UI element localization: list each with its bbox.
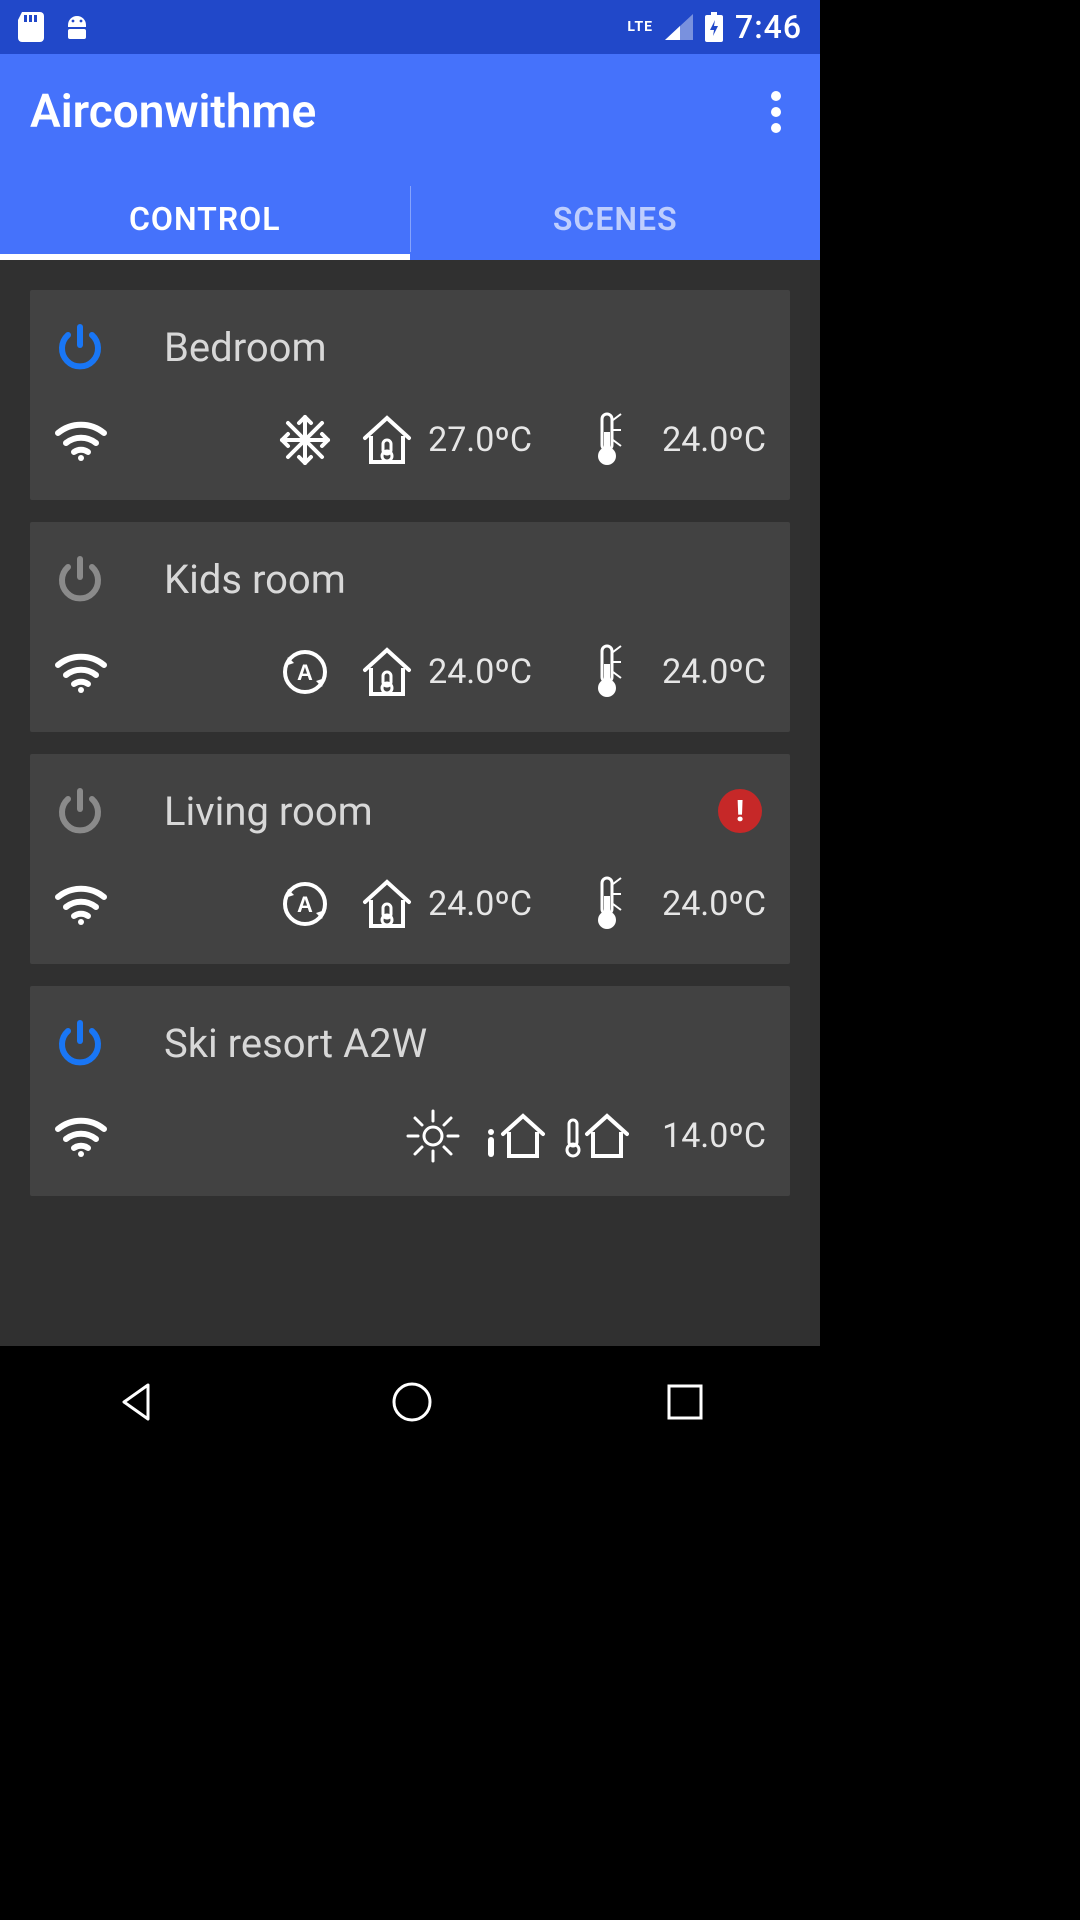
power-icon <box>54 785 106 837</box>
mode-indicator <box>392 1108 474 1164</box>
android-debug-icon <box>62 13 92 41</box>
house-temp-icon <box>357 644 417 700</box>
app-title: Airconwithme <box>30 85 316 139</box>
tab-bar: CONTROL SCENES <box>0 178 820 260</box>
thermometer-indicator <box>578 874 638 934</box>
thermometer-icon <box>589 410 627 470</box>
room-name: Kids room <box>164 556 766 603</box>
mode-indicator <box>264 413 346 467</box>
set-temp: 14.0ºC <box>662 1116 766 1156</box>
room-name: Ski resort A2W <box>164 1020 766 1067</box>
house-therm-icon <box>565 1110 629 1162</box>
snowflake-icon <box>278 413 332 467</box>
mode-indicator: A <box>264 877 346 931</box>
house-occupancy-icon <box>483 1110 547 1162</box>
power-button[interactable] <box>54 785 164 837</box>
power-button[interactable] <box>54 1017 164 1069</box>
recents-icon <box>666 1383 704 1421</box>
house-temp-indicator <box>346 876 428 932</box>
set-temp: 24.0ºC <box>662 420 766 460</box>
home-icon <box>390 1380 434 1424</box>
room-card[interactable]: Living room ! A 24.0ºC 24.0ºC <box>30 754 790 964</box>
room-card[interactable]: Bedroom 27.0ºC 24.0ºC <box>30 290 790 500</box>
room-list[interactable]: Bedroom 27.0ºC 24.0ºC <box>0 260 820 1346</box>
auto-mode-icon: A <box>278 645 332 699</box>
wifi-indicator <box>54 651 164 693</box>
room-card[interactable]: Ski resort A2W 14.0ºC <box>30 986 790 1196</box>
status-time: 7:46 <box>735 8 802 46</box>
room-card[interactable]: Kids room A 24.0ºC 24.0ºC <box>30 522 790 732</box>
sd-card-icon <box>18 12 44 42</box>
house-temp-indicator <box>346 644 428 700</box>
signal-icon <box>665 14 693 40</box>
tab-control[interactable]: CONTROL <box>0 178 410 260</box>
system-nav-bar <box>0 1346 820 1458</box>
wifi-icon <box>54 883 108 925</box>
power-button[interactable] <box>54 553 164 605</box>
nav-back-button[interactable] <box>96 1361 178 1443</box>
app-bar: Airconwithme CONTROL SCENES <box>0 54 820 260</box>
power-icon <box>54 1017 106 1069</box>
house-temp: 24.0ºC <box>428 884 578 924</box>
wifi-icon <box>54 419 108 461</box>
thermometer-icon <box>589 642 627 702</box>
wifi-icon <box>54 1115 108 1157</box>
mode-indicator: A <box>264 645 346 699</box>
wifi-icon <box>54 651 108 693</box>
house-temp: 24.0ºC <box>428 652 578 692</box>
room-name: Bedroom <box>164 324 766 371</box>
power-button[interactable] <box>54 321 164 373</box>
house-therm-indicator <box>556 1110 638 1162</box>
wifi-indicator <box>54 1115 164 1157</box>
sun-icon <box>405 1108 461 1164</box>
svg-text:A: A <box>297 660 313 685</box>
thermometer-indicator <box>578 642 638 702</box>
alert-icon[interactable]: ! <box>718 789 762 833</box>
room-name: Living room <box>164 788 718 835</box>
thermometer-indicator <box>578 410 638 470</box>
thermometer-icon <box>589 874 627 934</box>
svg-text:A: A <box>297 892 313 917</box>
house-temp-icon <box>357 412 417 468</box>
set-temp: 24.0ºC <box>662 884 766 924</box>
house-temp-indicator <box>346 412 428 468</box>
nav-recents-button[interactable] <box>646 1363 724 1441</box>
network-lte-label: LTE <box>627 19 653 35</box>
overflow-menu-button[interactable] <box>756 80 796 144</box>
battery-charging-icon <box>705 12 723 42</box>
back-icon <box>116 1381 158 1423</box>
auto-mode-icon: A <box>278 877 332 931</box>
house-temp-icon <box>357 876 417 932</box>
more-vert-icon <box>770 90 782 134</box>
occupancy-indicator <box>474 1110 556 1162</box>
wifi-indicator <box>54 883 164 925</box>
set-temp: 24.0ºC <box>662 652 766 692</box>
status-bar: LTE 7:46 <box>0 0 820 54</box>
tab-scenes[interactable]: SCENES <box>411 178 821 260</box>
power-icon <box>54 321 106 373</box>
nav-home-button[interactable] <box>370 1360 454 1444</box>
house-temp: 27.0ºC <box>428 420 578 460</box>
wifi-indicator <box>54 419 164 461</box>
power-icon <box>54 553 106 605</box>
